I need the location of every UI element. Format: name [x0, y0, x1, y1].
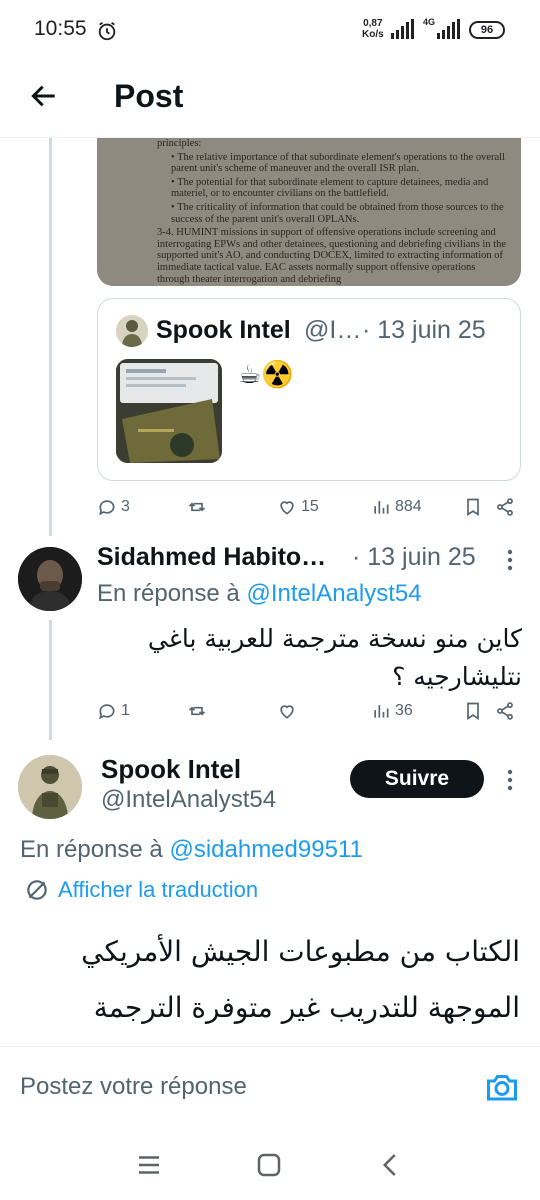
network-type: 4G	[423, 17, 436, 27]
quoted-post-text: ☕☢️	[238, 359, 294, 389]
mention-link[interactable]: @IntelAnalyst54	[246, 580, 421, 607]
bookmark-icon	[467, 498, 479, 517]
replying-to-line: En réponse à @sidahmed99511	[20, 836, 363, 863]
post-actions: 3 15 884	[97, 496, 521, 518]
mention-link[interactable]: @sidahmed99511	[169, 836, 362, 863]
status-bar: 10:55 0,87 Ko/s 4G 96	[0, 0, 540, 62]
camera-icon[interactable]	[484, 1069, 520, 1105]
back-arrow-icon[interactable]	[28, 80, 60, 112]
main-author-name[interactable]: Spook Intel	[101, 754, 241, 785]
reply-icon	[99, 500, 115, 516]
reply-actions: 1 36	[97, 700, 521, 722]
recent-apps-icon[interactable]	[134, 1150, 164, 1180]
reply-date: · 13 juin 25	[352, 543, 476, 571]
view-count: 36	[395, 702, 413, 719]
header: Post	[0, 62, 540, 138]
reply-composer: Postez votre réponse	[0, 1046, 540, 1130]
repost-icon	[188, 706, 206, 716]
battery-indicator: 96	[469, 21, 505, 39]
reply-button[interactable]: 1	[97, 700, 130, 722]
views-button[interactable]: 36	[371, 700, 413, 722]
avatar[interactable]	[18, 547, 82, 611]
like-count: 15	[301, 498, 319, 515]
more-options-icon[interactable]	[507, 549, 513, 571]
reply-count: 3	[121, 498, 130, 515]
avatar	[116, 315, 148, 347]
bookmark-icon	[467, 702, 479, 721]
like-button[interactable]	[277, 700, 297, 722]
share-icon	[497, 702, 513, 720]
share-icon	[497, 498, 513, 516]
reply-text: كاين منو نسخة مترجمة للعربية باغي نتليشا…	[147, 624, 522, 691]
quoted-author-name: Spook Intel	[156, 316, 291, 344]
page-title: Post	[114, 78, 184, 114]
thread-line	[49, 620, 52, 740]
reply-button[interactable]: 3	[97, 496, 130, 518]
quoted-post[interactable]: Spook Intel @I… · 13 juin 25 ☕☢️	[97, 298, 521, 481]
heart-icon	[280, 501, 294, 515]
translate-icon	[27, 880, 47, 900]
bookmark-button[interactable]	[463, 496, 483, 518]
main-author-handle[interactable]: @IntelAnalyst54	[101, 786, 276, 814]
view-count: 884	[395, 498, 422, 515]
document-page-text: principles: • The relative importance of…	[157, 138, 507, 285]
reply-count: 1	[121, 702, 130, 719]
home-icon[interactable]	[254, 1150, 284, 1180]
system-navigation-bar	[0, 1130, 540, 1200]
quoted-post-thumbnail[interactable]	[116, 359, 222, 463]
repost-icon	[188, 502, 206, 512]
status-time: 10:55	[34, 17, 87, 40]
signal-strength-icon-2	[437, 19, 460, 39]
thread-line	[49, 138, 52, 536]
signal-strength-icon	[391, 19, 414, 39]
views-chart-icon	[374, 501, 389, 514]
reply-icon	[99, 704, 115, 720]
translate-link[interactable]: Afficher la traduction	[24, 877, 258, 903]
post-image[interactable]: principles: • The relative importance of…	[97, 138, 521, 286]
heart-icon	[280, 705, 294, 719]
share-button[interactable]	[495, 700, 515, 722]
network-speed: 0,87 Ko/s	[362, 18, 384, 40]
main-post-text: الكتاب من مطبوعات الجيش الأمريكي الموجهة…	[81, 935, 520, 1024]
repost-button[interactable]	[187, 700, 207, 722]
back-icon[interactable]	[376, 1150, 406, 1180]
avatar[interactable]	[18, 755, 82, 819]
views-chart-icon	[374, 705, 389, 718]
alarm-clock-icon	[98, 21, 116, 41]
quoted-author-handle: @I…	[304, 316, 362, 344]
replying-to-line: En réponse à @IntelAnalyst54	[97, 580, 422, 607]
share-button[interactable]	[495, 496, 515, 518]
reply-input[interactable]: Postez votre réponse	[20, 1073, 247, 1101]
reply-author-name[interactable]: Sidahmed Habito…	[97, 543, 326, 572]
follow-button[interactable]: Suivre	[350, 760, 484, 798]
bookmark-button[interactable]	[463, 700, 483, 722]
views-button[interactable]: 884	[371, 496, 422, 518]
more-options-icon[interactable]	[507, 769, 513, 791]
like-button[interactable]: 15	[277, 496, 319, 518]
repost-button[interactable]	[187, 496, 207, 518]
quoted-post-date: · 13 juin 25	[362, 316, 486, 344]
